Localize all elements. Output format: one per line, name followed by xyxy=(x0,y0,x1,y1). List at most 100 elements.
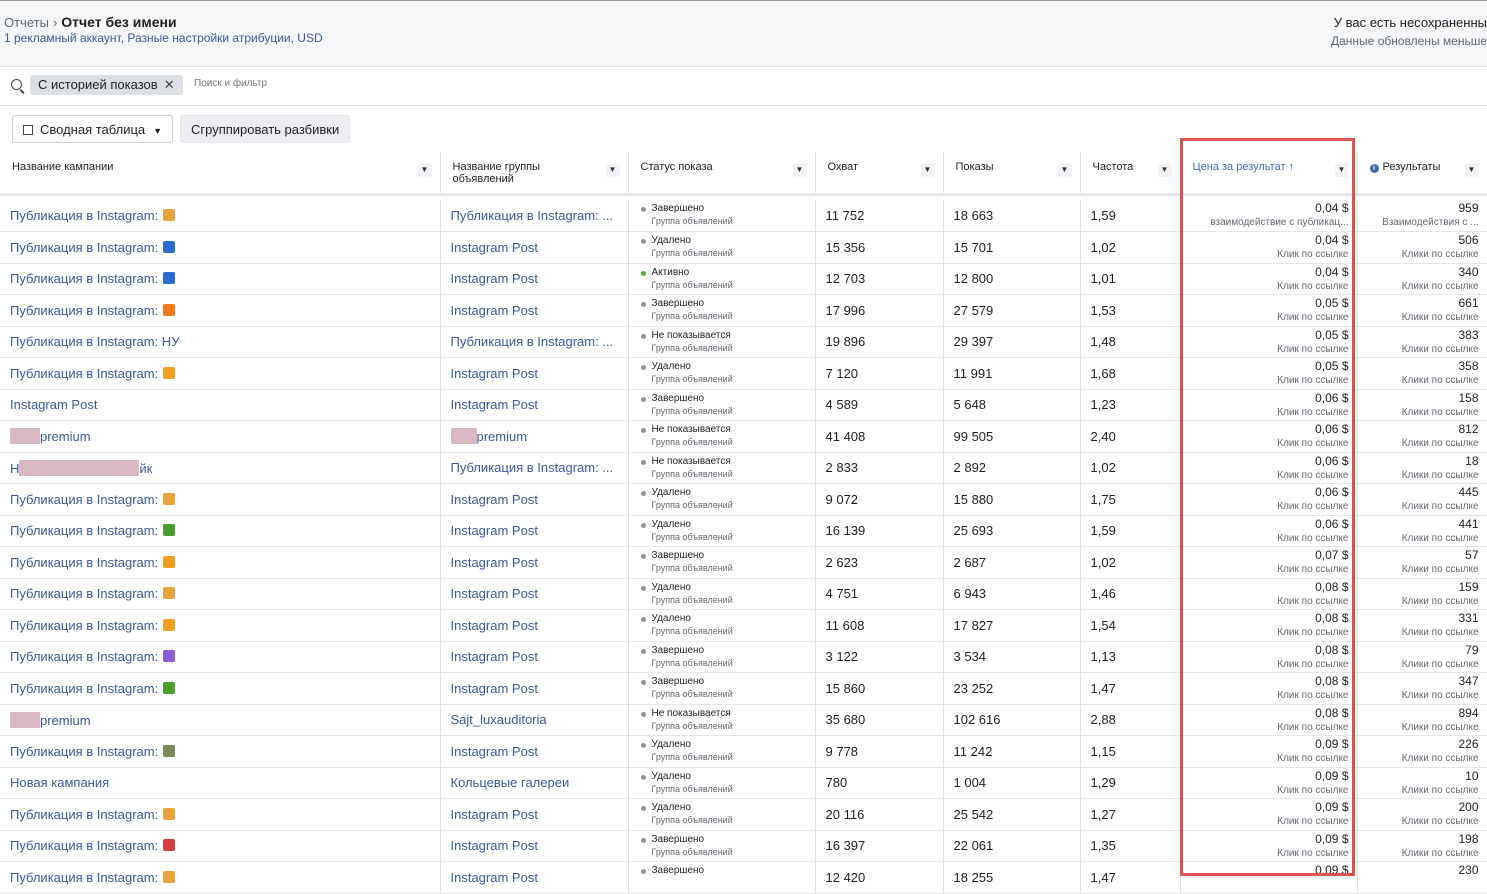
close-icon[interactable]: ✕ xyxy=(164,77,175,92)
table-row[interactable]: Нйк Публикация в Instagram: ... Не показыв… xyxy=(0,452,1487,484)
campaign-name-cell[interactable]: Публикация в Instagram: xyxy=(0,578,441,610)
frequency-cell: 1,47 xyxy=(1080,861,1181,894)
campaign-name-cell[interactable]: Публикация в Instagram: xyxy=(0,200,441,232)
adset-name-cell[interactable]: Публикация в Instagram: ... xyxy=(440,200,629,232)
campaign-name-cell[interactable]: Публикация в Instagram: xyxy=(0,294,441,327)
table-row[interactable]: Публикация в Instagram: НУ Публикация в I… xyxy=(0,326,1487,358)
status-dot-icon xyxy=(640,806,646,811)
campaign-name-cell[interactable]: Публикация в Instagram: xyxy=(0,231,441,264)
adset-name-cell[interactable]: Публикация в Instagram: ... xyxy=(440,326,629,358)
column-header-impressions[interactable]: Показы ▼ xyxy=(943,152,1081,196)
table-row[interactable]: Публикация в Instagram: Instagram Post Зав… xyxy=(0,861,1487,894)
results-cell: 812 Клики по ссылке xyxy=(1357,420,1487,453)
column-header-label: Цена за результат ↑ xyxy=(1192,161,1295,173)
table-row[interactable]: premium premium Не показывается Группа объя… xyxy=(0,420,1487,453)
column-header-frequency[interactable]: Частота ▼ xyxy=(1080,152,1181,196)
campaign-name-cell[interactable]: Публикация в Instagram: xyxy=(0,798,441,831)
filter-chip[interactable]: С историей показов ✕ xyxy=(30,75,183,95)
chevron-down-icon[interactable]: ▼ xyxy=(417,163,432,177)
campaign-name-cell[interactable]: premium xyxy=(0,704,441,736)
table-row[interactable]: Публикация в Instagram: Instagram Post Зав… xyxy=(0,546,1487,579)
page-title[interactable]: Отчет без имени xyxy=(61,14,176,30)
chevron-down-icon[interactable]: ▼ xyxy=(605,163,620,177)
adset-name-cell[interactable]: Instagram Post xyxy=(440,861,629,894)
column-header-campaign[interactable]: Название кампании ▼ xyxy=(0,152,441,196)
adset-name-cell[interactable]: Instagram Post xyxy=(440,231,629,264)
table-row[interactable]: Публикация в Instagram: Публикация в Inst… xyxy=(0,200,1487,232)
status-subtext: Группа объявлений xyxy=(651,846,733,857)
adset-name-cell[interactable]: Instagram Post xyxy=(440,294,629,327)
table-row[interactable]: Публикация в Instagram: Instagram Post Акт… xyxy=(0,263,1487,295)
adset-name-cell[interactable]: Instagram Post xyxy=(440,735,629,768)
column-header-cost-per-result[interactable]: Цена за результат ↑ ▼ xyxy=(1180,152,1358,196)
search-input[interactable] xyxy=(192,77,596,90)
campaign-name-cell[interactable]: Публикация в Instagram: xyxy=(0,735,441,768)
impressions-cell: 6 943 xyxy=(943,578,1081,610)
campaign-name-cell[interactable]: premium xyxy=(0,420,441,453)
cost-label: Клик по ссылке xyxy=(1277,658,1349,670)
adset-name-cell[interactable]: Instagram Post xyxy=(440,389,629,421)
adset-name-cell[interactable]: Кольцевые галереи xyxy=(440,767,629,799)
table-row[interactable]: Публикация в Instagram: Instagram Post Зав… xyxy=(0,672,1487,705)
campaign-name-cell[interactable]: Публикация в Instagram: xyxy=(0,609,441,642)
campaign-name-cell[interactable]: Публикация в Instagram: xyxy=(0,641,441,673)
campaign-name-cell[interactable]: Публикация в Instagram: xyxy=(0,515,441,547)
campaign-name-cell[interactable]: Публикация в Instagram: xyxy=(0,830,441,862)
table-row[interactable]: Публикация в Instagram: Instagram Post Уда… xyxy=(0,578,1487,610)
table-row[interactable]: Публикация в Instagram: Instagram Post Уда… xyxy=(0,735,1487,768)
info-icon[interactable]: i xyxy=(1369,164,1379,173)
adset-name-cell[interactable]: Instagram Post xyxy=(440,798,629,831)
campaign-name-cell[interactable]: Публикация в Instagram: xyxy=(0,546,441,579)
adset-name-cell[interactable]: Instagram Post xyxy=(440,263,629,295)
adset-name-cell[interactable]: Instagram Post xyxy=(440,672,629,705)
campaign-name-cell[interactable]: Нйк xyxy=(0,452,441,484)
impressions-cell: 3 534 xyxy=(943,641,1081,673)
cost-value: 0,04 $ xyxy=(1315,201,1349,215)
group-breakdowns-button[interactable]: Сгруппировать разбивки xyxy=(180,115,351,143)
table-row[interactable]: Публикация в Instagram: Instagram Post Зав… xyxy=(0,641,1487,673)
table-row[interactable]: premium Sajt_luxauditoria Не показывается Г… xyxy=(0,704,1487,736)
column-header-reach[interactable]: Охват ▼ xyxy=(815,152,944,196)
adset-name-cell[interactable]: Instagram Post xyxy=(440,546,629,579)
chevron-down-icon[interactable]: ▼ xyxy=(792,163,807,177)
table-row[interactable]: Публикация в Instagram: Instagram Post Уда… xyxy=(0,798,1487,831)
adset-name-cell[interactable]: Instagram Post xyxy=(440,830,629,862)
campaign-name-cell[interactable]: Публикация в Instagram: xyxy=(0,263,441,295)
adset-name-cell[interactable]: Sajt_luxauditoria xyxy=(440,704,629,736)
chevron-down-icon[interactable]: ▼ xyxy=(1464,163,1479,177)
adset-name-cell[interactable]: Instagram Post xyxy=(440,483,629,516)
report-subtitle[interactable]: 1 рекламный аккаунт, Разные настройки ат… xyxy=(4,31,323,45)
table-row[interactable]: Публикация в Instagram: Instagram Post Зав… xyxy=(0,294,1487,327)
table-row[interactable]: Публикация в Instagram: Instagram Post Уда… xyxy=(0,357,1487,390)
chevron-down-icon[interactable]: ▼ xyxy=(1334,163,1349,177)
campaign-name-cell[interactable]: Instagram Post xyxy=(0,389,441,421)
campaign-name-cell[interactable]: Публикация в Instagram: xyxy=(0,483,441,516)
adset-name-cell[interactable]: Instagram Post xyxy=(440,609,629,642)
campaign-name-cell[interactable]: Новая кампания xyxy=(0,767,441,799)
adset-name-cell[interactable]: Instagram Post xyxy=(440,515,629,547)
campaign-name-cell[interactable]: Публикация в Instagram: xyxy=(0,672,441,705)
adset-name-cell[interactable]: premium xyxy=(440,420,629,453)
table-row[interactable]: Instagram Post Instagram Post Завершено Гру… xyxy=(0,389,1487,421)
table-row[interactable]: Публикация в Instagram: Instagram Post Уда… xyxy=(0,515,1487,547)
table-row[interactable]: Публикация в Instagram: Instagram Post Уда… xyxy=(0,609,1487,642)
column-header-adset[interactable]: Название группы объявлений ▼ xyxy=(440,152,629,196)
table-row[interactable]: Новая кампания Кольцевые галереи Удалено Гр… xyxy=(0,767,1487,799)
campaign-name-cell[interactable]: Публикация в Instagram: НУ xyxy=(0,326,441,358)
adset-name-cell[interactable]: Instagram Post xyxy=(440,578,629,610)
chevron-down-icon[interactable]: ▼ xyxy=(920,163,935,177)
campaign-name-cell[interactable]: Публикация в Instagram: xyxy=(0,357,441,390)
table-row[interactable]: Публикация в Instagram: Instagram Post Уда… xyxy=(0,231,1487,264)
campaign-name-cell[interactable]: Публикация в Instagram: xyxy=(0,861,441,894)
breadcrumb-reports-link[interactable]: Отчеты xyxy=(4,15,49,30)
adset-name-cell[interactable]: Публикация в Instagram: ... xyxy=(440,452,629,484)
chevron-down-icon[interactable]: ▼ xyxy=(1057,163,1072,177)
adset-name-cell[interactable]: Instagram Post xyxy=(440,641,629,673)
table-row[interactable]: Публикация в Instagram: Instagram Post Уда… xyxy=(0,483,1487,516)
chevron-down-icon[interactable]: ▼ xyxy=(1157,163,1172,177)
column-header-results[interactable]: i Результаты ▼ xyxy=(1357,152,1487,196)
column-header-status[interactable]: Статус показа ▼ xyxy=(628,152,816,196)
adset-name-cell[interactable]: Instagram Post xyxy=(440,357,629,390)
pivot-table-button[interactable]: Сводная таблица ▼ xyxy=(12,115,174,143)
table-row[interactable]: Публикация в Instagram: Instagram Post Зав… xyxy=(0,830,1487,862)
